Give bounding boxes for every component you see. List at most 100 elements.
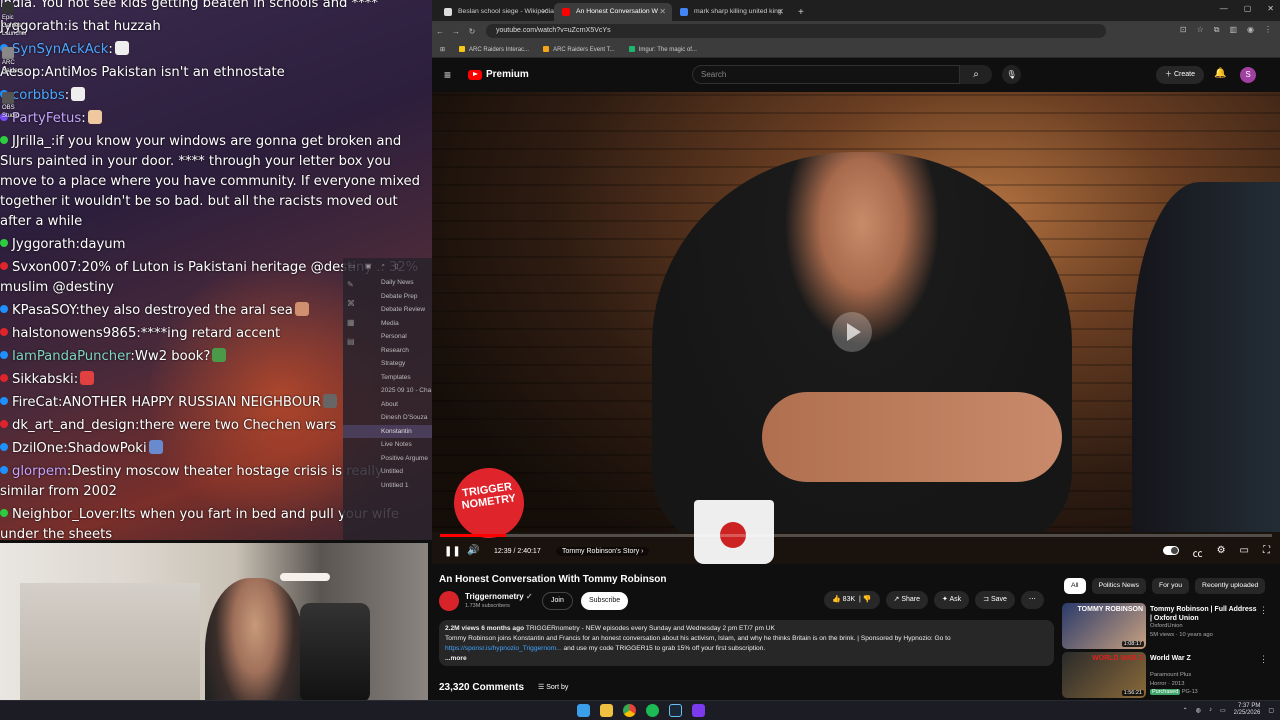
maximize-icon[interactable]: ▢ [1244,4,1252,13]
chat-username[interactable]: DzilOne [12,441,63,456]
notes-item[interactable]: 2025 09 10 - Cha [343,384,432,398]
hamburger-menu-icon[interactable]: ≡ [444,68,451,82]
chat-username[interactable]: KPasaSOY [12,303,75,318]
center-play-icon[interactable] [832,312,872,352]
notes-item[interactable]: About [343,398,432,412]
notes-item[interactable]: Dinesh D'Souza [343,411,432,425]
apps-icon[interactable]: ⊞ [440,46,445,53]
profile-icon[interactable]: ◉ [1247,25,1254,35]
more-options-icon[interactable]: ⋮ [1259,654,1268,665]
sidepanel-icon[interactable]: ▥ [1229,25,1237,35]
subscribe-button[interactable]: Subscribe [581,592,629,610]
video-thumbnail[interactable]: TOMMY ROBINSON 1:08:17 [1062,603,1146,649]
browser-tab[interactable]: mark sharp killing united king ✕ [672,3,790,21]
extension-icon[interactable]: ⧉ [1214,25,1220,35]
create-button[interactable]: ＋ Create [1156,66,1204,84]
search-button[interactable]: ⌕ [960,65,992,84]
theater-mode-icon[interactable]: ▭ [1240,545,1249,560]
chat-username[interactable]: Jyggorath [12,237,76,252]
settings-gear-icon[interactable]: ⚙ [1217,545,1226,560]
chat-username[interactable]: Svxon007 [12,260,77,275]
sponsor-link[interactable]: https://sponsr.is/hypnozio_Triggernom... [445,645,562,652]
bookmark-item[interactable]: Imgur: The magic of... [628,45,697,53]
notes-item[interactable]: Untitled [343,465,432,479]
notes-item[interactable]: Positive Argume [343,452,432,466]
filter-chip[interactable]: Recently uploaded [1195,578,1266,594]
sort-by-button[interactable]: ☰ Sort by [538,683,568,691]
minimize-icon[interactable]: — [1220,4,1228,13]
tab-close-icon[interactable]: ✕ [777,7,784,16]
progress-bar[interactable] [440,534,1272,537]
notes-item[interactable]: Untitled 1 [343,479,432,493]
chat-username[interactable]: halstonowens9865 [12,326,136,341]
notes-item[interactable]: Live Notes [343,438,432,452]
reload-icon[interactable]: ↻ [464,27,480,36]
recommended-channel[interactable]: OxfordUnion [1150,623,1183,629]
channel-name[interactable]: Triggernometry ✓ [465,592,533,601]
notes-item[interactable]: Templates [343,371,432,385]
filter-chip[interactable]: Politics News [1091,578,1146,594]
clock[interactable]: 7:37 PM 2/25/2026 [1234,703,1261,717]
recommended-title[interactable]: World War Z [1150,654,1260,663]
canvas-icon[interactable]: ▤ [347,337,361,346]
bookmark-item[interactable]: ARC Raiders Event T... [543,45,615,53]
desktop-shortcut[interactable]: Epic Games Launcher [2,2,32,38]
captions-icon[interactable]: ㏄ [1193,545,1203,560]
autoplay-toggle[interactable] [1162,546,1179,555]
chat-username[interactable]: glorpem [12,464,67,479]
url-field[interactable]: youtube.com/watch?v=uZcrnX5VcYs [486,24,1106,38]
kebab-menu-icon[interactable]: ⋮ [1264,25,1272,35]
ribbon-icon[interactable]: ✎ [347,280,361,289]
description-box[interactable]: 2.2M views 6 months ago TRIGGERnometry -… [439,620,1054,666]
calendar-icon[interactable]: ▦ [347,318,361,327]
desktop-shortcut[interactable]: OBS Studio [2,92,32,120]
browser-tab[interactable]: Beslan school siege - Wikipedia ✕ [436,3,554,21]
chat-username[interactable]: dk_art_and_design [12,418,135,433]
forward-icon[interactable]: → [448,27,464,36]
voice-search-button[interactable]: 🎙 [1002,65,1021,84]
new-tab-button[interactable]: + [790,7,812,21]
more-options-icon[interactable]: ⋮ [1259,605,1268,616]
recommended-channel[interactable]: Paramount Plus [1150,672,1191,678]
video-player[interactable]: TRIGGER NOMETRY ❚❚ 🔊 12:39 / 2:40:17 Tom… [432,92,1280,564]
chat-username[interactable]: Sikkabski [12,372,74,387]
notes-item[interactable]: Konstantin [343,424,432,438]
chat-username[interactable]: IamPandaPuncher [12,349,130,364]
network-icon[interactable]: ◍ [1196,707,1201,714]
search-icon[interactable]: ⌕ [381,262,385,272]
recommended-video[interactable]: TOMMY ROBINSON 1:08:17 Tommy Robinson | Fu… [1062,603,1272,651]
install-icon[interactable]: ⊡ [1180,25,1187,35]
filter-chip[interactable]: All [1064,578,1086,594]
join-button[interactable]: Join [542,592,573,610]
bookmark-icon[interactable]: ▯ [395,262,399,272]
star-icon[interactable]: ☆ [1197,25,1204,35]
chat-username[interactable]: Neighbor_Lover [12,507,115,522]
windows-start-icon[interactable] [577,704,590,717]
battery-icon[interactable]: ▭ [1220,707,1226,714]
save-button[interactable]: ⊐ Save [975,591,1015,609]
channel-avatar[interactable] [439,591,459,611]
bookmark-item[interactable]: ARC Raiders Interac... [459,45,529,53]
spotify-icon[interactable] [646,704,659,717]
search-input[interactable]: Search [692,65,960,84]
sidebar-toggle-icon[interactable]: ▭ [349,262,355,272]
ask-button[interactable]: ✦ Ask [934,591,970,609]
volume-icon[interactable]: 🔊 [467,545,479,556]
more-actions-button[interactable]: ⋯ [1020,591,1044,609]
browser-tab[interactable]: An Honest Conversation W ✕ [554,3,672,21]
chapter-button[interactable]: Tommy Robinson's Story › [556,547,650,556]
dislike-button[interactable]: 👎 [863,596,872,603]
desktop-shortcut[interactable]: ARC Raiders [2,47,32,75]
notification-icon[interactable]: ▢ [1268,707,1274,714]
show-more-button[interactable]: ...more [445,654,1048,664]
pause-icon[interactable]: ❚❚ [444,546,461,557]
steam-icon[interactable] [669,704,682,717]
tab-close-icon[interactable]: ✕ [659,7,666,16]
account-avatar[interactable]: S [1240,67,1256,83]
file-explorer-icon[interactable] [600,704,613,717]
youtube-logo[interactable]: Premium [468,69,529,80]
fullscreen-icon[interactable]: ⛶ [1263,545,1270,560]
graph-icon[interactable]: ⌘ [347,299,361,308]
filter-chip[interactable]: For you [1151,578,1190,594]
obsidian-icon[interactable] [692,704,705,717]
